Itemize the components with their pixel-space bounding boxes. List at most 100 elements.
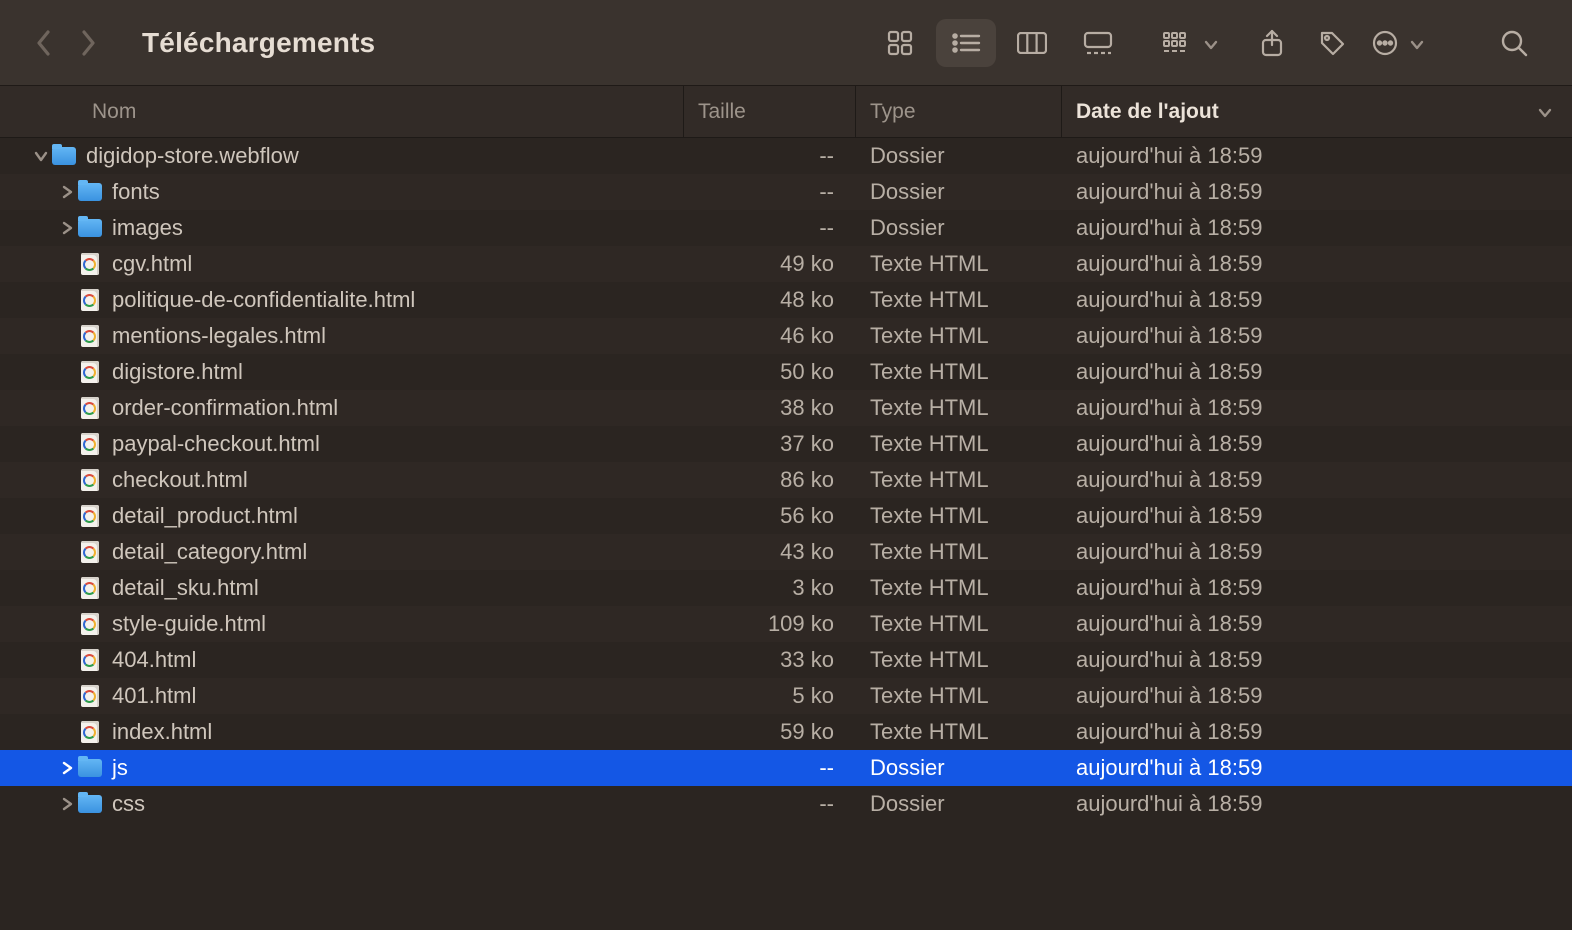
file-type: Texte HTML: [856, 611, 1062, 637]
file-type: Dossier: [856, 179, 1062, 205]
file-name: checkout.html: [112, 467, 248, 493]
file-name: style-guide.html: [112, 611, 266, 637]
file-size: 48 ko: [684, 287, 856, 313]
file-size: --: [684, 143, 856, 169]
table-row[interactable]: index.html59 koTexte HTMLaujourd'hui à 1…: [0, 714, 1572, 750]
file-type: Texte HTML: [856, 251, 1062, 277]
table-row[interactable]: detail_sku.html3 koTexte HTMLaujourd'hui…: [0, 570, 1572, 606]
forward-button[interactable]: [80, 30, 96, 56]
file-date: aujourd'hui à 18:59: [1062, 575, 1572, 601]
gallery-view-button[interactable]: [1068, 19, 1128, 67]
more-actions-button[interactable]: [1362, 19, 1408, 67]
file-type: Texte HTML: [856, 683, 1062, 709]
table-row[interactable]: style-guide.html109 koTexte HTMLaujourd'…: [0, 606, 1572, 642]
file-size: 33 ko: [684, 647, 856, 673]
file-name: politique-de-confidentialite.html: [112, 287, 415, 313]
group-by-button[interactable]: [1152, 19, 1202, 67]
file-name: index.html: [112, 719, 212, 745]
disclosure-triangle-icon[interactable]: [58, 221, 76, 235]
disclosure-triangle-icon[interactable]: [58, 797, 76, 811]
file-size: 59 ko: [684, 719, 856, 745]
html-file-icon: [78, 468, 102, 492]
table-row[interactable]: detail_category.html43 koTexte HTMLaujou…: [0, 534, 1572, 570]
file-date: aujourd'hui à 18:59: [1062, 323, 1572, 349]
file-list: digidop-store.webflow--Dossieraujourd'hu…: [0, 138, 1572, 822]
column-header-type[interactable]: Type: [856, 86, 1062, 137]
table-row[interactable]: js--Dossieraujourd'hui à 18:59: [0, 750, 1572, 786]
chevron-down-icon: [1204, 30, 1218, 56]
file-date: aujourd'hui à 18:59: [1062, 251, 1572, 277]
file-type: Texte HTML: [856, 647, 1062, 673]
file-size: 50 ko: [684, 359, 856, 385]
file-type: Dossier: [856, 791, 1062, 817]
file-date: aujourd'hui à 18:59: [1062, 287, 1572, 313]
file-date: aujourd'hui à 18:59: [1062, 539, 1572, 565]
folder-icon: [78, 216, 102, 240]
file-size: --: [684, 755, 856, 781]
file-name: 404.html: [112, 647, 196, 673]
column-header-date[interactable]: Date de l'ajout: [1062, 86, 1572, 137]
sort-indicator-icon: [1538, 100, 1552, 124]
search-button[interactable]: [1484, 19, 1544, 67]
share-button[interactable]: [1242, 19, 1302, 67]
icon-view-button[interactable]: [870, 19, 930, 67]
folder-icon: [78, 180, 102, 204]
window-title: Téléchargements: [142, 27, 375, 59]
table-row[interactable]: order-confirmation.html38 koTexte HTMLau…: [0, 390, 1572, 426]
file-date: aujourd'hui à 18:59: [1062, 683, 1572, 709]
file-date: aujourd'hui à 18:59: [1062, 395, 1572, 421]
file-size: 38 ko: [684, 395, 856, 421]
table-row[interactable]: fonts--Dossieraujourd'hui à 18:59: [0, 174, 1572, 210]
file-date: aujourd'hui à 18:59: [1062, 359, 1572, 385]
file-name: detail_sku.html: [112, 575, 259, 601]
tags-button[interactable]: [1302, 19, 1362, 67]
html-file-icon: [78, 360, 102, 384]
file-date: aujourd'hui à 18:59: [1062, 755, 1572, 781]
file-type: Texte HTML: [856, 323, 1062, 349]
file-name: digidop-store.webflow: [86, 143, 299, 169]
html-file-icon: [78, 324, 102, 348]
table-row[interactable]: cgv.html49 koTexte HTMLaujourd'hui à 18:…: [0, 246, 1572, 282]
table-row[interactable]: css--Dossieraujourd'hui à 18:59: [0, 786, 1572, 822]
table-row[interactable]: politique-de-confidentialite.html48 koTe…: [0, 282, 1572, 318]
html-file-icon: [78, 504, 102, 528]
file-size: 37 ko: [684, 431, 856, 457]
table-row[interactable]: mentions-legales.html46 koTexte HTMLaujo…: [0, 318, 1572, 354]
folder-icon: [52, 144, 76, 168]
column-header-name[interactable]: Nom: [0, 86, 684, 137]
table-row[interactable]: checkout.html86 koTexte HTMLaujourd'hui …: [0, 462, 1572, 498]
file-type: Dossier: [856, 215, 1062, 241]
table-row[interactable]: digidop-store.webflow--Dossieraujourd'hu…: [0, 138, 1572, 174]
file-date: aujourd'hui à 18:59: [1062, 647, 1572, 673]
file-date: aujourd'hui à 18:59: [1062, 791, 1572, 817]
folder-icon: [78, 792, 102, 816]
html-file-icon: [78, 288, 102, 312]
table-row[interactable]: digistore.html50 koTexte HTMLaujourd'hui…: [0, 354, 1572, 390]
table-row[interactable]: paypal-checkout.html37 koTexte HTMLaujou…: [0, 426, 1572, 462]
file-type: Texte HTML: [856, 359, 1062, 385]
column-header-size[interactable]: Taille: [684, 86, 856, 137]
html-file-icon: [78, 612, 102, 636]
file-name: js: [112, 755, 128, 781]
disclosure-triangle-icon[interactable]: [32, 150, 50, 162]
list-view-button[interactable]: [936, 19, 996, 67]
table-row[interactable]: 401.html5 koTexte HTMLaujourd'hui à 18:5…: [0, 678, 1572, 714]
file-date: aujourd'hui à 18:59: [1062, 719, 1572, 745]
table-row[interactable]: 404.html 33 koTexte HTMLaujourd'hui à 18:…: [0, 642, 1572, 678]
back-button[interactable]: [36, 30, 52, 56]
table-row[interactable]: images--Dossieraujourd'hui à 18:59: [0, 210, 1572, 246]
html-file-icon: [78, 252, 102, 276]
file-type: Texte HTML: [856, 431, 1062, 457]
disclosure-triangle-icon[interactable]: [58, 761, 76, 775]
table-row[interactable]: detail_product.html56 koTexte HTMLaujour…: [0, 498, 1572, 534]
file-date: aujourd'hui à 18:59: [1062, 503, 1572, 529]
column-view-button[interactable]: [1002, 19, 1062, 67]
html-file-icon: [78, 396, 102, 420]
file-size: 109 ko: [684, 611, 856, 637]
file-date: aujourd'hui à 18:59: [1062, 143, 1572, 169]
disclosure-triangle-icon[interactable]: [58, 185, 76, 199]
file-size: 49 ko: [684, 251, 856, 277]
file-size: --: [684, 791, 856, 817]
file-type: Texte HTML: [856, 503, 1062, 529]
file-date: aujourd'hui à 18:59: [1062, 431, 1572, 457]
